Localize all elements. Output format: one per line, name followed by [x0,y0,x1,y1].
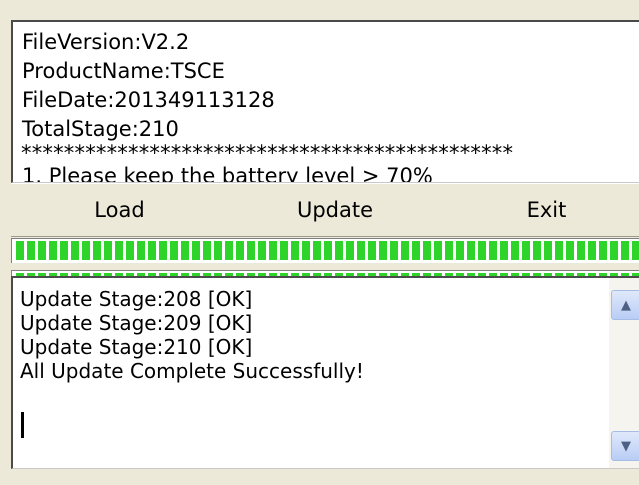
instruction-text: 1. Please keep the battery level > 70% [22,164,433,183]
stage-progress-fill [16,241,639,260]
button-bar: Load Update Exit [11,183,639,237]
log-line: Update Stage:208 [OK] [20,287,253,311]
load-button[interactable]: Load [11,184,229,236]
log-line: Update Stage:209 [OK] [20,311,253,335]
file-version-text: FileVersion:V2.2 [22,30,190,54]
separator-line: ****************************************… [21,141,514,165]
exit-button[interactable]: Exit [442,184,639,236]
log-line: Update Stage:210 [OK] [20,335,253,359]
file-info-panel[interactable]: FileVersion:V2.2 ProductName:TSCE FileDa… [11,20,639,183]
file-date-text: FileDate:201349113128 [22,88,275,112]
update-button[interactable]: Update [228,184,443,236]
total-stage-text: TotalStage:210 [22,117,179,141]
log-line: All Update Complete Successfully! [20,359,364,383]
product-name-text: ProductName:TSCE [22,59,225,83]
chevron-up-icon[interactable]: ▲ [611,290,639,320]
log-scrollbar[interactable]: ▲ ▼ [609,278,639,468]
updater-window: FileVersion:V2.2 ProductName:TSCE FileDa… [0,0,639,485]
stage-progress-bar [11,238,639,263]
chevron-down-icon[interactable]: ▼ [611,431,639,461]
text-caret [21,412,24,438]
update-log-box[interactable]: Update Stage:208 [OK] Update Stage:209 [… [11,276,639,469]
